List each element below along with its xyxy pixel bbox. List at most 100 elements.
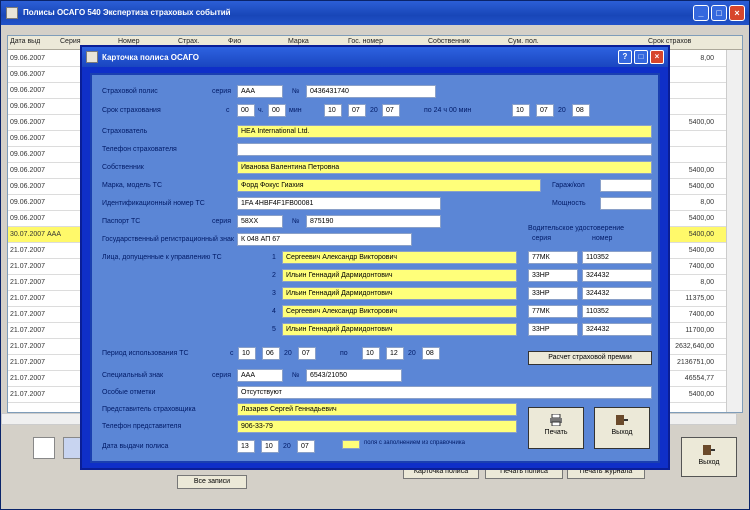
column-header[interactable]: Сум. пол. (508, 38, 539, 45)
exit-label: Выход (611, 429, 633, 436)
issue-month-field[interactable]: 10 (261, 440, 279, 453)
printer-icon (550, 414, 562, 426)
from-month-field[interactable]: 07 (348, 104, 366, 117)
row-date: 21.07.2007 (10, 375, 46, 382)
dialog-maximize-button[interactable]: □ (634, 50, 648, 64)
column-header[interactable]: Гос. номер (348, 38, 383, 45)
main-exit-button[interactable]: Выход (681, 437, 737, 477)
driver-name-field[interactable]: Ильин Геннадий Дармидонтович (282, 323, 517, 336)
vin-label: Идентификационный номер ТС (102, 200, 205, 207)
column-header[interactable]: Дата выд (10, 38, 40, 45)
legend-text: поля с заполнением из справочника (364, 440, 465, 446)
all-records-button[interactable]: Все записи (177, 475, 247, 489)
special-number-field[interactable]: 6543/21050 (306, 369, 402, 382)
close-button[interactable]: × (729, 5, 745, 21)
calculate-premium-button[interactable]: Расчет страховой премии (528, 351, 652, 365)
reg-field[interactable]: К 048 АП 67 (237, 233, 412, 246)
pts-number-field[interactable]: 875190 (306, 215, 441, 228)
driver-license-series-field[interactable]: 33НР (528, 287, 578, 300)
issue-year-field[interactable]: 07 (297, 440, 315, 453)
from-hour-field[interactable]: 00 (237, 104, 255, 117)
to-month-field[interactable]: 07 (536, 104, 554, 117)
row-date: 21.07.2007 (10, 263, 46, 270)
owner-field[interactable]: Иванова Валентина Петровна (237, 161, 652, 174)
from-day-field[interactable]: 10 (324, 104, 342, 117)
driver-license-number-field[interactable]: 110352 (582, 251, 652, 264)
column-header[interactable]: Срок страхов (648, 38, 691, 45)
dialog-close-button[interactable]: × (650, 50, 664, 64)
minimize-button[interactable]: _ (693, 5, 709, 21)
driver-name-field[interactable]: Ильин Геннадий Дармидонтович (282, 287, 517, 300)
reg-label: Государственный регистрационный знак (102, 236, 234, 243)
vin-field[interactable]: 1FA 4HBF4F1FB00081 (237, 197, 441, 210)
main-exit-label: Выход (698, 459, 720, 466)
driver-license-number-field[interactable]: 324432 (582, 269, 652, 282)
policy-number-field[interactable]: 0436431740 (306, 85, 436, 98)
row-date: 09.06.2007 (10, 71, 46, 78)
special-series-label: серия (212, 372, 231, 379)
to-year-field[interactable]: 08 (572, 104, 590, 117)
row-date: 21.07.2007 (10, 327, 46, 334)
row-amount: 7400,00 (688, 263, 714, 270)
special-number-sign: № (292, 372, 300, 379)
use-to-day-field[interactable]: 10 (362, 347, 380, 360)
from-minute-field[interactable]: 00 (268, 104, 286, 117)
driver-name-field[interactable]: Ильин Геннадий Дармидонтович (282, 269, 517, 282)
app-icon (6, 7, 18, 19)
series-label: серия (212, 88, 231, 95)
table-vertical-scrollbar[interactable] (726, 50, 742, 412)
special-marks-field[interactable]: Отсутствуют (237, 386, 652, 399)
dialog-help-button[interactable]: ? (618, 50, 632, 64)
row-date: 09.06.2007 (10, 87, 46, 94)
use-to-year-field[interactable]: 08 (422, 347, 440, 360)
use-to-month-field[interactable]: 12 (386, 347, 404, 360)
driver-license-series-field[interactable]: 77МК (528, 251, 578, 264)
column-header[interactable]: Номер (118, 38, 140, 45)
driver-license-number-field[interactable]: 324432 (582, 323, 652, 336)
to-century: 20 (558, 107, 566, 114)
column-header[interactable]: Фио (228, 38, 241, 45)
row-date: 09.06.2007 (10, 215, 46, 222)
series-field[interactable]: ААА (237, 85, 283, 98)
row-date: 21.07.2007 (10, 279, 46, 286)
driver-license-number-field[interactable]: 110352 (582, 305, 652, 318)
pts-series-label: серия (212, 218, 231, 225)
use-from-day-field[interactable]: 10 (238, 347, 256, 360)
brand-field[interactable]: Форд Фокус Гиахия (237, 179, 541, 192)
insurer-phone-field[interactable] (237, 143, 652, 156)
driver-name-field[interactable]: Сергеевич Александр Викторович (282, 251, 517, 264)
power-label: Мощность (552, 200, 586, 207)
row-amount: 5400,00 (688, 183, 714, 190)
special-series-field[interactable]: ААА (237, 369, 283, 382)
column-header[interactable]: Собственник (428, 38, 470, 45)
from-year-field[interactable]: 07 (382, 104, 400, 117)
agent-field[interactable]: Лазарев Сергей Геннадьевич (237, 403, 517, 416)
column-header[interactable]: Страх. (178, 38, 200, 45)
to-day-field[interactable]: 10 (512, 104, 530, 117)
driver-license-series-field[interactable]: 33НР (528, 269, 578, 282)
power-field[interactable] (600, 197, 652, 210)
exit-button[interactable]: Выход (594, 407, 650, 449)
garage-field[interactable] (600, 179, 652, 192)
row-amount: 2632,640,00 (675, 343, 714, 350)
refresh-icon[interactable] (33, 437, 55, 459)
pts-series-field[interactable]: 58ХХ (237, 215, 283, 228)
policy-label: Страховой полис (102, 88, 158, 95)
exit-door-icon (616, 415, 628, 425)
use-from-month-field[interactable]: 06 (262, 347, 280, 360)
agent-phone-field[interactable]: 906-33-79 (237, 420, 517, 433)
use-from-year-field[interactable]: 07 (298, 347, 316, 360)
driver-license-number-field[interactable]: 324432 (582, 287, 652, 300)
license-series-header: серия (532, 235, 551, 242)
maximize-button[interactable]: □ (711, 5, 727, 21)
row-date: 21.07.2007 (10, 247, 46, 254)
insurer-field[interactable]: НЕА International Ltd. (237, 125, 652, 138)
driver-name-field[interactable]: Сергеевич Александр Викторович (282, 305, 517, 318)
issue-day-field[interactable]: 13 (237, 440, 255, 453)
column-header[interactable]: Марка (288, 38, 309, 45)
driver-license-series-field[interactable]: 33НР (528, 323, 578, 336)
column-header[interactable]: Серия (60, 38, 81, 45)
insurer-label: Страхователь (102, 128, 148, 135)
print-button[interactable]: Печать (528, 407, 584, 449)
driver-license-series-field[interactable]: 77МК (528, 305, 578, 318)
